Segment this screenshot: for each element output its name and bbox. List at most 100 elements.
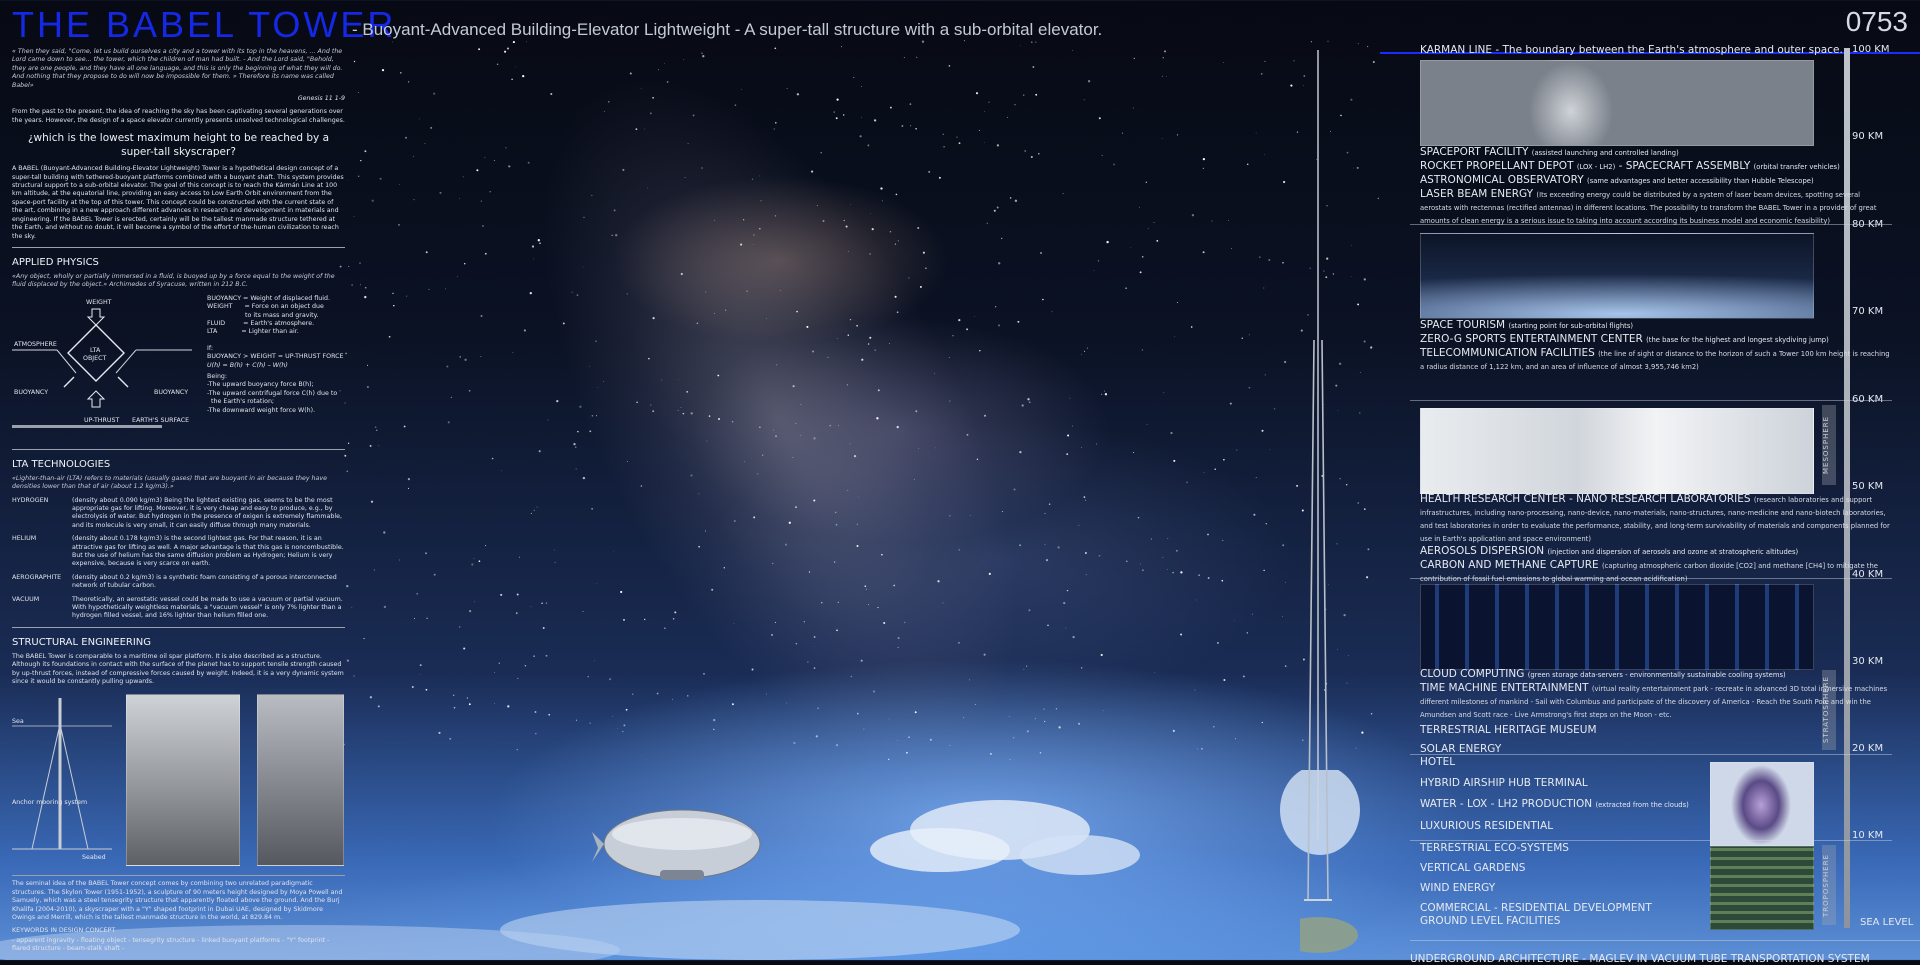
star <box>459 356 461 358</box>
star <box>1081 353 1083 355</box>
item-title: LASER BEAM ENERGY <box>1420 188 1534 200</box>
star <box>744 461 745 463</box>
star <box>741 89 743 90</box>
star <box>369 696 373 699</box>
star <box>1282 616 1283 617</box>
star <box>760 200 762 202</box>
star <box>588 365 590 367</box>
star <box>353 60 356 63</box>
archimedes-quote: «Any object, wholly or partially immerse… <box>12 272 335 289</box>
star <box>1190 326 1193 328</box>
star <box>1001 237 1003 240</box>
program-item: ROCKET PROPELLANT DEPOT (LOX - LH2) - SP… <box>1420 160 1890 174</box>
star <box>1019 450 1022 454</box>
star <box>873 119 877 122</box>
def-line: FLUID = Earth's atmosphere. <box>207 319 315 327</box>
star <box>425 552 427 555</box>
star <box>617 728 618 729</box>
star <box>1167 538 1169 539</box>
star <box>978 129 980 131</box>
star <box>1198 574 1200 576</box>
vertical-garden-image <box>1710 846 1814 930</box>
program-item: SPACEPORT FACILITY (assisted launching a… <box>1420 146 1890 160</box>
item-title: TERRESTRIAL HERITAGE MUSEUM <box>1420 724 1597 736</box>
program-item: HOTEL <box>1420 756 1720 769</box>
key-question: ¿which is the lowest maximum height to b… <box>27 132 330 159</box>
star <box>1083 99 1085 101</box>
star <box>868 604 869 606</box>
star <box>786 702 788 704</box>
structural-title: STRUCTURAL ENGINEERING <box>12 636 152 648</box>
star <box>369 444 372 447</box>
lta-desc: (density about 0.2 kg/m3) is a synthetic… <box>72 573 337 590</box>
star <box>351 284 354 286</box>
structure-photos: Sea Anchor mooring system Seabed <box>12 694 345 869</box>
genesis-quote: « Then they said, "Come, let us build ou… <box>12 48 343 89</box>
star <box>943 145 945 148</box>
item-title: HYBRID AIRSHIP HUB TERMINAL <box>1420 777 1588 789</box>
star <box>1045 558 1049 562</box>
force-item: the Earth's rotation; <box>207 398 275 406</box>
star <box>571 291 573 293</box>
star <box>792 457 794 458</box>
star <box>505 147 507 149</box>
item-note: (LOX - LH2) <box>1576 163 1616 171</box>
program-item: TERRESTRIAL HERITAGE MUSEUM <box>1420 724 1890 737</box>
burj-khalifa-photo <box>257 694 344 867</box>
star <box>632 693 634 695</box>
star <box>466 697 468 699</box>
item-title: GROUND LEVEL FACILITIES <box>1420 915 1561 927</box>
star <box>942 133 944 135</box>
star <box>652 410 655 413</box>
star <box>1101 393 1103 395</box>
star <box>829 424 832 427</box>
star <box>817 707 819 710</box>
star <box>837 601 839 603</box>
star <box>883 621 886 625</box>
force-item: -The downward weight force W(h). <box>207 406 316 414</box>
star <box>1028 401 1031 404</box>
star <box>468 389 471 392</box>
star <box>516 593 519 596</box>
star <box>428 288 430 290</box>
star <box>706 440 708 442</box>
star <box>591 414 594 417</box>
data-center-image <box>1420 584 1814 670</box>
star <box>522 74 525 78</box>
item-title: ROCKET PROPELLANT DEPOT <box>1420 160 1574 172</box>
star <box>1021 404 1024 407</box>
star <box>1251 613 1253 615</box>
lta-desc: (density about 0.178 kg/m3) is the secon… <box>72 535 344 568</box>
star <box>538 450 541 453</box>
star <box>363 637 365 640</box>
star <box>1102 710 1104 712</box>
star <box>1261 429 1264 432</box>
star <box>504 50 507 53</box>
label-atmosphere: ATMOSPHERE <box>14 341 57 348</box>
condition: BUOYANCY > WEIGHT = UP-THRUST FORCE <box>207 353 344 361</box>
star <box>622 168 625 171</box>
star <box>929 738 932 741</box>
star <box>1202 251 1205 254</box>
star <box>680 407 682 408</box>
star <box>596 582 598 584</box>
star <box>1282 180 1286 184</box>
star <box>811 170 814 173</box>
physics-diagram: WEIGHT ATMOSPHERE LTA OBJECT BUOYANCY BU… <box>12 295 345 443</box>
star <box>983 142 985 143</box>
star <box>1264 154 1266 155</box>
star <box>1014 103 1016 106</box>
item-title: TERRESTRIAL ECO-SYSTEMS <box>1420 842 1569 854</box>
star <box>896 425 899 429</box>
star <box>1019 544 1022 547</box>
star <box>867 343 870 345</box>
star <box>425 251 428 254</box>
item-title: ASTRONOMICAL OBSERVATORY <box>1420 174 1584 186</box>
star <box>983 653 986 656</box>
star <box>894 295 897 298</box>
star <box>1264 374 1266 376</box>
star <box>489 190 491 193</box>
star <box>1141 349 1144 351</box>
star <box>759 175 760 177</box>
star <box>949 515 951 517</box>
